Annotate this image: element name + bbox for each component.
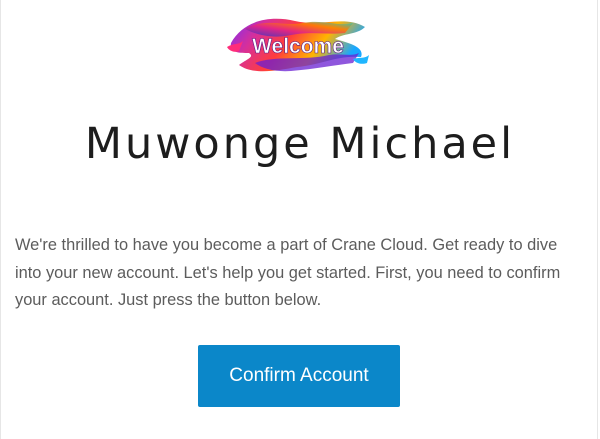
welcome-logo: Welcome [225, 13, 371, 77]
confirm-account-button[interactable]: Confirm Account [198, 345, 400, 407]
recipient-name: Muwonge Michael [84, 119, 516, 169]
welcome-logo-text: Welcome [252, 35, 344, 58]
email-card: Welcome Muwonge Michael We're thrilled t… [0, 0, 598, 439]
intro-message: We're thrilled to have you become a part… [15, 236, 561, 309]
welcome-paint-splash-icon: Welcome [227, 18, 369, 72]
